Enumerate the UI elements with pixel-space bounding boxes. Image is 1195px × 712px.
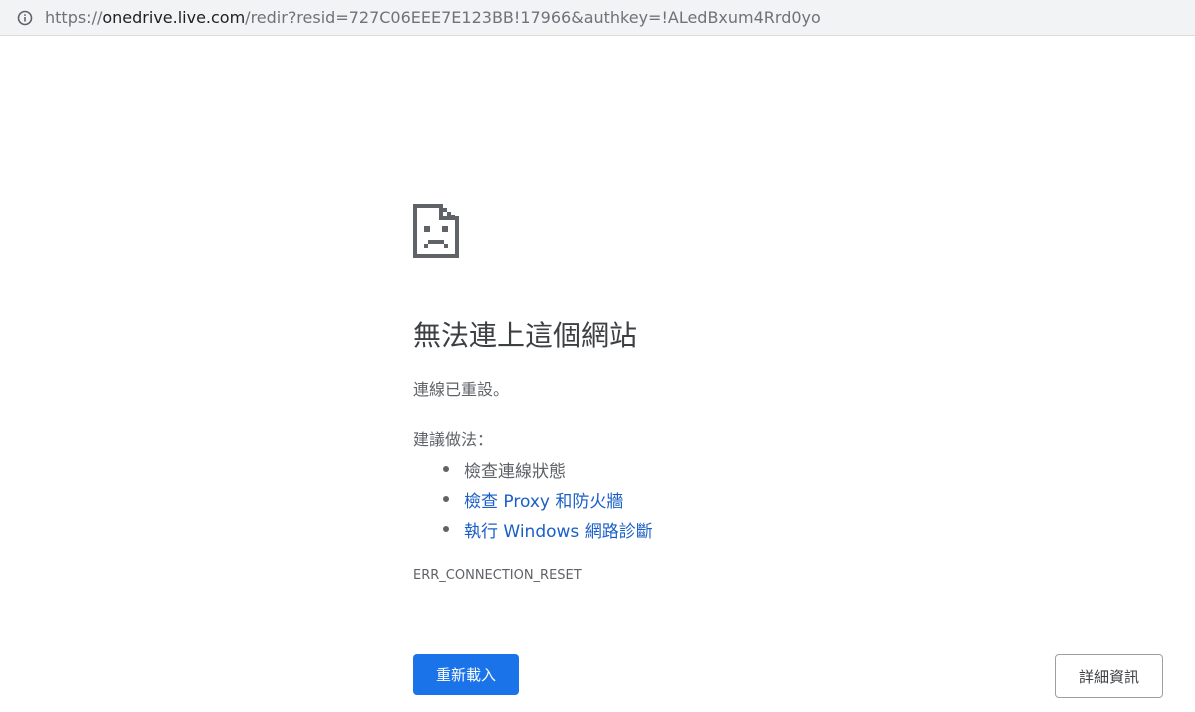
reload-button[interactable]: 重新載入 — [413, 654, 519, 695]
url-text[interactable]: https://onedrive.live.com/redir?resid=72… — [45, 8, 821, 27]
suggestions-heading: 建議做法： — [413, 430, 494, 449]
error-code: ERR_CONNECTION_RESET — [413, 568, 582, 583]
suggestions-list: 檢查連線狀態 檢查 Proxy 和防火牆 執行 Windows 網路診斷 — [413, 454, 653, 544]
bullet-icon — [443, 466, 449, 472]
suggestion-check-connection: 檢查連線狀態 — [464, 461, 566, 482]
url-host: onedrive.live.com — [102, 8, 246, 27]
bullet-icon — [443, 526, 449, 532]
list-item: 檢查連線狀態 — [413, 454, 653, 484]
details-button[interactable]: 詳細資訊 — [1055, 654, 1163, 698]
address-bar[interactable]: https://onedrive.live.com/redir?resid=72… — [0, 0, 1195, 36]
url-path: /redir?resid=727C06EEE7E123BB!17966&auth… — [245, 8, 821, 27]
run-network-diagnostics-link[interactable]: 執行 Windows 網路診斷 — [464, 517, 653, 542]
url-scheme: https:// — [45, 8, 103, 27]
error-subtitle: 連線已重設。 — [413, 380, 510, 399]
sad-document-icon — [413, 204, 459, 258]
list-item: 檢查 Proxy 和防火牆 — [413, 484, 653, 514]
page-title: 無法連上這個網站 — [413, 319, 638, 352]
bullet-icon — [443, 496, 449, 502]
check-proxy-firewall-link[interactable]: 檢查 Proxy 和防火牆 — [464, 487, 623, 512]
list-item: 執行 Windows 網路診斷 — [413, 514, 653, 544]
info-icon[interactable] — [17, 10, 33, 26]
